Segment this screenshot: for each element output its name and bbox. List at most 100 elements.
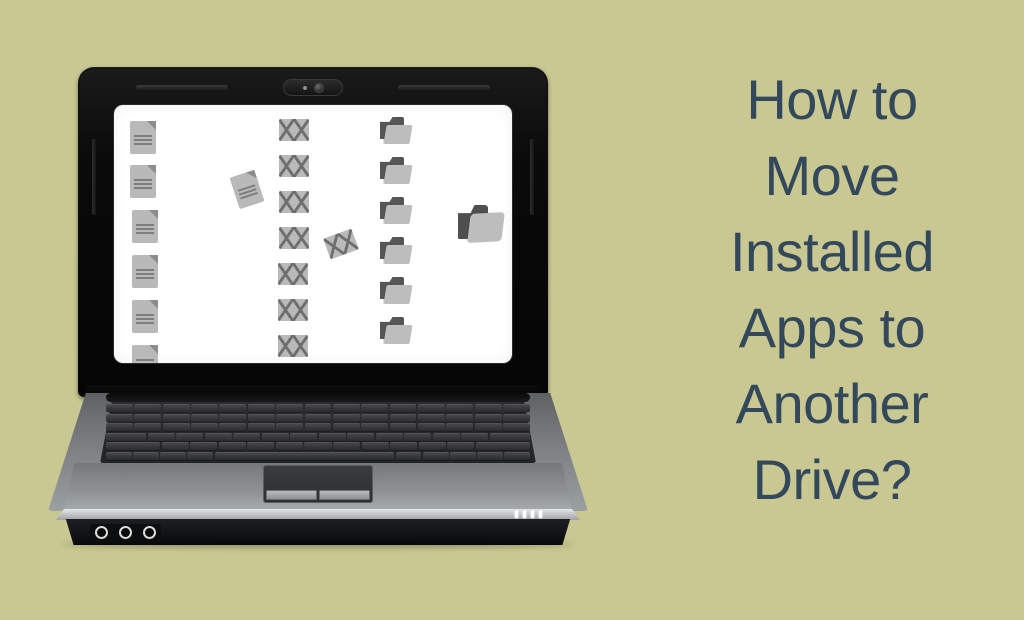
key[interactable]	[450, 451, 476, 460]
key[interactable]	[134, 413, 162, 422]
key[interactable]	[219, 404, 247, 413]
envelope-mail-icon[interactable]	[278, 335, 308, 357]
document-file-icon[interactable]	[229, 169, 265, 210]
document-file-icon[interactable]	[132, 210, 158, 243]
folder-icon[interactable]	[380, 237, 414, 265]
key[interactable]	[503, 423, 530, 432]
key[interactable]	[162, 423, 190, 432]
key[interactable]	[389, 404, 417, 413]
key[interactable]	[160, 451, 186, 460]
key-space[interactable]	[214, 451, 395, 460]
audio-port-icon[interactable]	[95, 526, 108, 539]
key[interactable]	[304, 442, 332, 451]
key[interactable]	[276, 404, 304, 413]
key[interactable]	[318, 432, 346, 441]
keyboard[interactable]	[106, 404, 531, 460]
key[interactable]	[191, 404, 218, 413]
key[interactable]	[275, 442, 303, 451]
key[interactable]	[304, 404, 332, 413]
envelope-mail-icon[interactable]	[279, 119, 309, 141]
folder-icon[interactable]	[380, 277, 414, 305]
key[interactable]	[475, 442, 530, 451]
document-file-icon[interactable]	[130, 121, 156, 154]
key[interactable]	[247, 442, 275, 451]
folder-icon[interactable]	[380, 157, 414, 185]
key[interactable]	[417, 423, 445, 432]
trackpad[interactable]	[263, 465, 373, 503]
folder-destination-icon[interactable]	[458, 203, 506, 245]
key[interactable]	[333, 442, 361, 451]
folder-icon[interactable]	[380, 317, 414, 345]
key[interactable]	[191, 423, 218, 432]
document-file-icon[interactable]	[132, 300, 158, 333]
key[interactable]	[503, 404, 530, 413]
key[interactable]	[361, 442, 389, 451]
key[interactable]	[276, 423, 304, 432]
key[interactable]	[219, 423, 247, 432]
audio-ports[interactable]	[90, 524, 161, 541]
key[interactable]	[162, 404, 190, 413]
envelope-mail-icon[interactable]	[279, 155, 309, 177]
key[interactable]	[474, 413, 502, 422]
key[interactable]	[417, 413, 445, 422]
key[interactable]	[106, 423, 133, 432]
key[interactable]	[361, 413, 389, 422]
key[interactable]	[395, 451, 422, 460]
key[interactable]	[446, 423, 474, 432]
envelope-mail-icon[interactable]	[279, 191, 309, 213]
trackpad-button-left[interactable]	[266, 490, 317, 500]
key[interactable]	[190, 442, 218, 451]
key[interactable]	[361, 404, 389, 413]
key[interactable]	[390, 442, 418, 451]
document-file-icon[interactable]	[132, 255, 158, 288]
audio-port-icon[interactable]	[119, 526, 132, 539]
key[interactable]	[106, 432, 147, 441]
key[interactable]	[219, 413, 247, 422]
key[interactable]	[503, 413, 530, 422]
folder-icon[interactable]	[380, 117, 414, 145]
key[interactable]	[418, 442, 446, 451]
key[interactable]	[447, 442, 475, 451]
key[interactable]	[474, 423, 502, 432]
key[interactable]	[304, 423, 332, 432]
key[interactable]	[134, 423, 162, 432]
key[interactable]	[332, 413, 360, 422]
key[interactable]	[276, 413, 304, 422]
key[interactable]	[247, 404, 275, 413]
key[interactable]	[477, 451, 503, 460]
key[interactable]	[489, 432, 531, 441]
key[interactable]	[474, 404, 502, 413]
trackpad-button-right[interactable]	[319, 490, 370, 500]
envelope-mail-icon[interactable]	[323, 228, 359, 260]
folder-icon[interactable]	[380, 197, 414, 225]
key[interactable]	[404, 432, 432, 441]
key[interactable]	[422, 451, 449, 460]
audio-port-icon[interactable]	[143, 526, 156, 539]
key[interactable]	[446, 404, 474, 413]
key[interactable]	[375, 432, 403, 441]
envelope-mail-icon[interactable]	[278, 263, 308, 285]
document-file-icon[interactable]	[130, 165, 156, 198]
key[interactable]	[432, 432, 460, 441]
key[interactable]	[187, 451, 214, 460]
key[interactable]	[347, 432, 375, 441]
key[interactable]	[446, 413, 474, 422]
key[interactable]	[161, 442, 189, 451]
key[interactable]	[417, 404, 445, 413]
key[interactable]	[247, 413, 275, 422]
key[interactable]	[176, 432, 204, 441]
envelope-mail-icon[interactable]	[278, 299, 308, 321]
key[interactable]	[290, 432, 318, 441]
envelope-mail-icon[interactable]	[279, 227, 309, 249]
key[interactable]	[204, 432, 232, 441]
key[interactable]	[461, 432, 489, 441]
trackpad-buttons[interactable]	[266, 490, 370, 500]
key[interactable]	[389, 413, 417, 422]
key[interactable]	[389, 423, 417, 432]
key[interactable]	[332, 423, 360, 432]
key[interactable]	[162, 413, 190, 422]
key[interactable]	[106, 442, 161, 451]
key[interactable]	[147, 432, 175, 441]
key[interactable]	[504, 451, 530, 460]
key[interactable]	[233, 432, 261, 441]
